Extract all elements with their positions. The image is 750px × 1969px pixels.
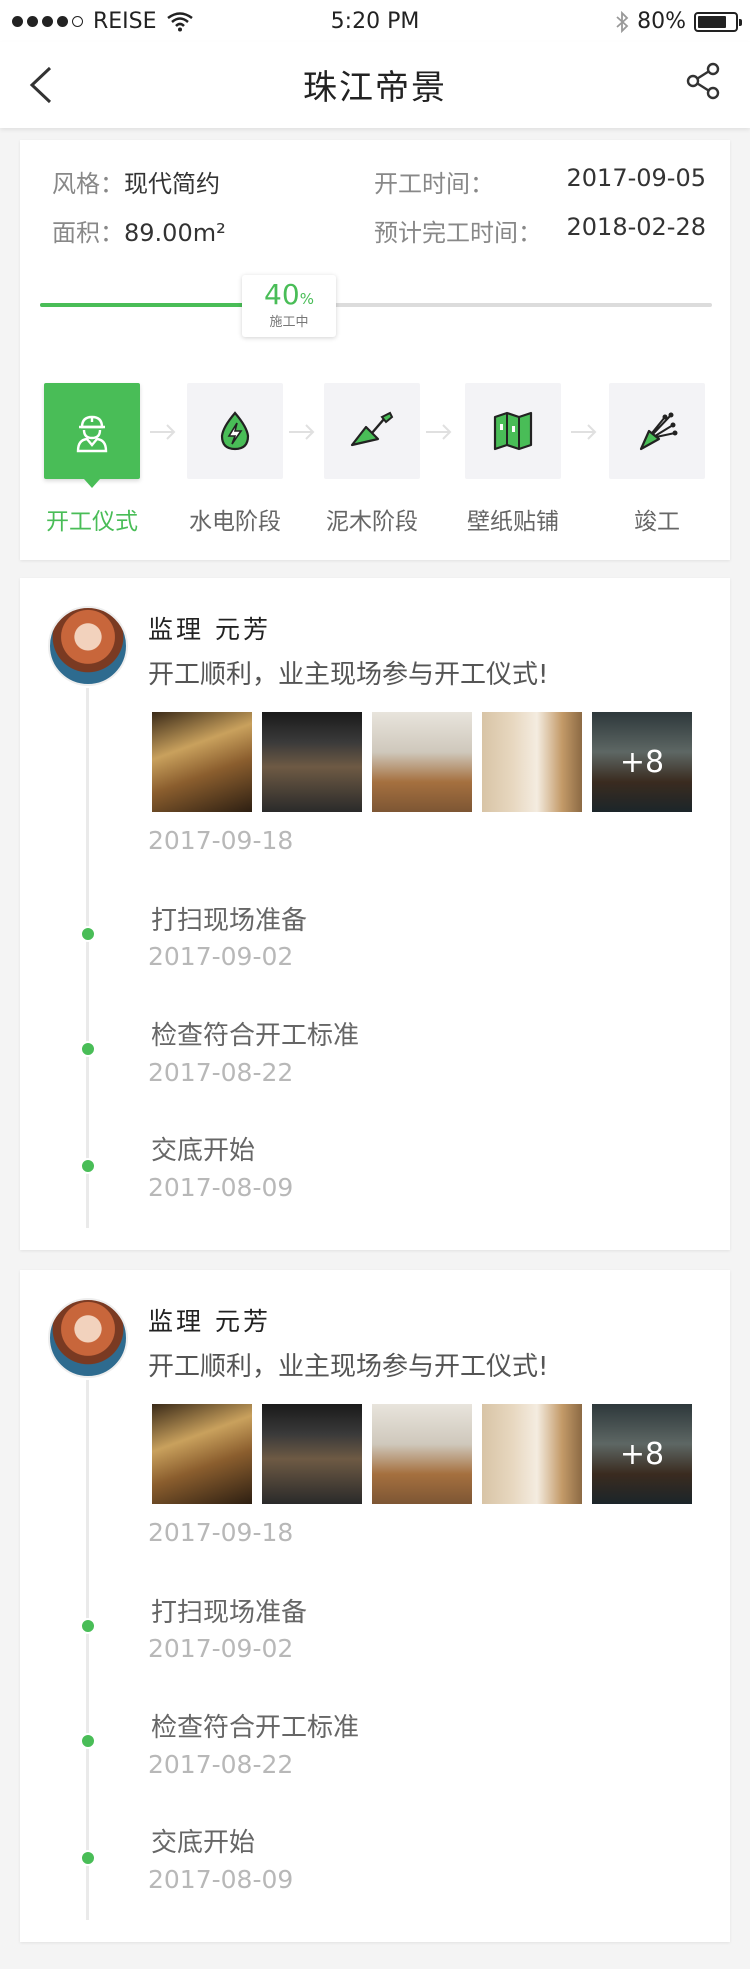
style-label: 风格：	[52, 170, 124, 198]
timeline-dot	[80, 1618, 96, 1634]
photo-thumbnail[interactable]	[262, 712, 362, 812]
photo-thumbnail[interactable]	[482, 1404, 582, 1504]
stage-label: 泥木阶段	[326, 509, 418, 535]
nav-bar: 珠江帝景	[0, 42, 750, 128]
timeline-dot	[80, 1850, 96, 1866]
end-time-label: 预计完工时间：	[374, 219, 542, 247]
start-time-value: 2017-09-05	[566, 164, 706, 192]
step-title: 检查符合开工标准	[151, 1021, 360, 1051]
share-button[interactable]	[680, 58, 726, 104]
stage-label: 开工仪式	[46, 509, 138, 535]
progress-log-card: 监理 元芳 开工顺利，业主现场参与开工仪式! +8 2017-09-18 打扫现…	[20, 578, 730, 1250]
avatar[interactable]	[48, 606, 128, 686]
stage-kickoff[interactable]: 开工仪式	[44, 383, 140, 535]
photo-grid: +8	[152, 712, 692, 812]
post-text: 开工顺利，业主现场参与开工仪式!	[148, 660, 549, 690]
step-date: 2017-09-02	[148, 1634, 294, 1663]
step-date: 2017-08-09	[148, 1865, 294, 1894]
bluetooth-icon	[616, 10, 629, 33]
step-date: 2017-08-22	[148, 1058, 294, 1087]
area-label: 面积：	[52, 219, 124, 247]
stage-masonry[interactable]: 泥木阶段	[324, 383, 420, 535]
step-title: 交底开始	[151, 1828, 256, 1858]
step-title: 交底开始	[151, 1136, 256, 1166]
progress-status: 施工中	[269, 315, 309, 330]
step-date: 2017-08-22	[148, 1750, 294, 1779]
post-text: 开工顺利，业主现场参与开工仪式!	[148, 1352, 549, 1382]
stage-box	[465, 383, 561, 479]
progress-badge: 40% 施工中	[242, 275, 336, 337]
progress-log-card: 监理 元芳 开工顺利，业主现场参与开工仪式! +8 2017-09-18 打扫现…	[20, 1270, 730, 1942]
step-title: 打扫现场准备	[151, 1598, 308, 1628]
stage-completion[interactable]: 竣工	[609, 383, 705, 535]
step-date: 2017-08-09	[148, 1173, 294, 1202]
stage-box	[609, 383, 705, 479]
post-date: 2017-09-18	[148, 826, 294, 855]
area-value: 89.00m²	[124, 219, 226, 247]
stage-label: 水电阶段	[189, 509, 281, 535]
arrow-right-icon	[150, 424, 176, 440]
step-date: 2017-09-02	[148, 942, 294, 971]
step-title: 打扫现场准备	[151, 906, 308, 936]
wallpaper-icon	[493, 411, 533, 451]
photo-thumbnail[interactable]	[372, 1404, 472, 1504]
photo-grid: +8	[152, 1404, 692, 1504]
stage-box	[44, 383, 140, 488]
arrow-right-icon	[571, 424, 597, 440]
bouquet-icon	[639, 412, 678, 451]
photo-thumbnail[interactable]	[152, 1404, 252, 1504]
more-photos-count: +8	[592, 1404, 692, 1504]
author-name: 监理 元芳	[148, 1307, 271, 1336]
author-name: 监理 元芳	[148, 615, 271, 644]
style-value: 现代简约	[124, 170, 220, 198]
area-row: 面积：89.00m²	[52, 213, 226, 248]
stage-box	[187, 383, 283, 479]
photo-thumbnail-more[interactable]: +8	[592, 712, 692, 812]
page-title: 珠江帝景	[303, 68, 447, 108]
avatar[interactable]	[48, 1298, 128, 1378]
timeline-dot	[80, 1733, 96, 1749]
progress-percent: 40%	[264, 278, 314, 311]
system-indicators: 80%	[615, 9, 742, 34]
worker-icon	[76, 415, 108, 453]
timeline-dot	[80, 1041, 96, 1057]
battery-icon	[694, 11, 742, 32]
post-date: 2017-09-18	[148, 1518, 294, 1547]
battery-percent: 80%	[637, 9, 686, 34]
arrow-right-icon	[289, 424, 315, 440]
stage-wallpaper[interactable]: 壁纸贴铺	[465, 383, 561, 535]
style-row: 风格：现代简约	[52, 164, 220, 199]
stage-label: 壁纸贴铺	[467, 509, 559, 535]
stage-box	[324, 383, 420, 479]
stage-water-electric[interactable]: 水电阶段	[187, 383, 283, 535]
photo-thumbnail[interactable]	[482, 712, 582, 812]
project-info-card: 风格：现代简约 面积：89.00m² 开工时间： 2017-09-05 预计完工…	[20, 140, 730, 560]
photo-thumbnail-more[interactable]: +8	[592, 1404, 692, 1504]
progress-bar	[40, 303, 712, 307]
arrow-right-icon	[426, 424, 452, 440]
stage-label: 竣工	[634, 509, 680, 535]
timeline-line	[86, 1380, 89, 1920]
timeline-line	[86, 688, 89, 1228]
water-electric-icon	[220, 411, 250, 451]
photo-thumbnail[interactable]	[372, 712, 472, 812]
end-time-value: 2018-02-28	[566, 213, 706, 241]
timeline-dot	[80, 926, 96, 942]
photo-thumbnail[interactable]	[262, 1404, 362, 1504]
photo-thumbnail[interactable]	[152, 712, 252, 812]
step-title: 检查符合开工标准	[151, 1713, 360, 1743]
trowel-icon	[350, 411, 394, 447]
more-photos-count: +8	[592, 712, 692, 812]
timeline-dot	[80, 1158, 96, 1174]
status-bar: REISE 5:20 PM 80%	[0, 0, 750, 42]
start-time-label: 开工时间：	[374, 170, 494, 198]
